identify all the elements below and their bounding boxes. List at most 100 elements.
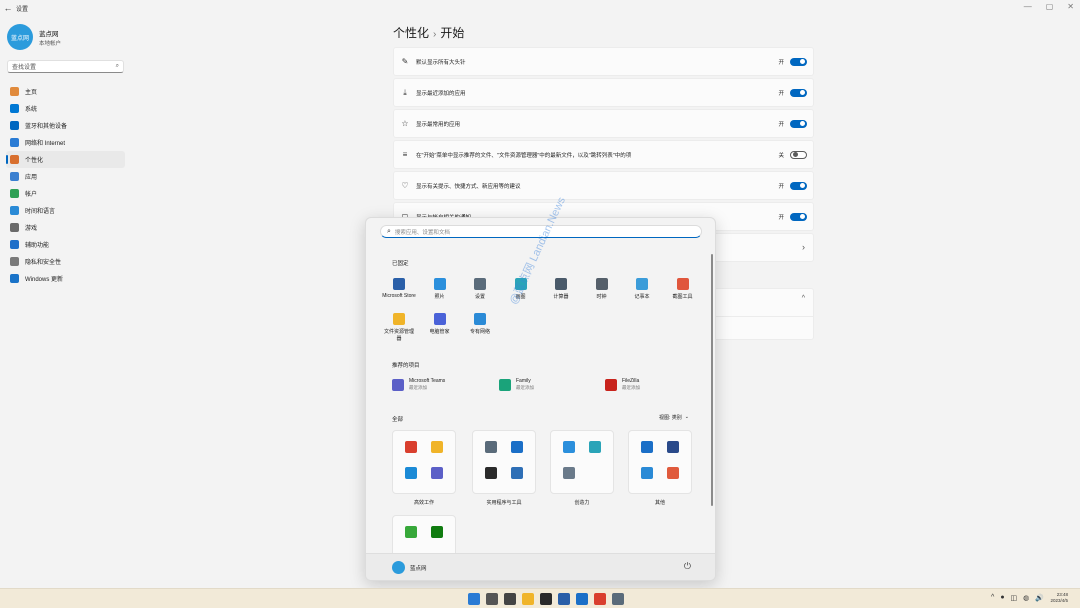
view-selector[interactable]: 视图: 类别 ⌄: [659, 414, 689, 421]
setting-label: 默认显示所有大头针: [416, 59, 466, 66]
folder-app-icon: [405, 526, 417, 538]
clock-date: 2023/4/5: [1050, 598, 1068, 603]
settings-search-input[interactable]: 查找设置 ⌕: [7, 60, 124, 73]
tray-icon[interactable]: ◫: [1011, 594, 1018, 602]
task-view-icon[interactable]: [504, 593, 516, 605]
app-folder[interactable]: [472, 430, 536, 494]
sidebar-item-2[interactable]: 蓝牙和其他设备: [6, 117, 125, 134]
search-icon: ⌕: [115, 63, 119, 69]
sidebar-item-11[interactable]: Windows 更新: [6, 270, 125, 287]
sidebar-item-9[interactable]: 辅助功能: [6, 236, 125, 253]
app-label: Microsoft Store: [382, 293, 416, 299]
bluetooth-icon: [10, 121, 19, 130]
pinned-app[interactable]: Microsoft Store: [382, 278, 416, 299]
toggle-switch[interactable]: [790, 119, 807, 128]
recommended-text: FileZilla 最近添加: [622, 378, 640, 391]
recommended-item[interactable]: Microsoft Teams 最近添加: [392, 378, 445, 391]
minimize-button[interactable]: —: [1024, 2, 1032, 11]
sidebar-item-0[interactable]: 主页: [6, 83, 125, 100]
sidebar-item-label: 帐户: [25, 192, 38, 198]
sidebar-nav: 主页 系统蓝牙和其他设备网络和 Internet 个性化应用帐户时间和语言 游戏 辅助功…: [6, 83, 125, 287]
pinned-app[interactable]: 专有网络: [463, 313, 497, 335]
pinned-app[interactable]: 设置: [463, 278, 497, 300]
toggle-state-label: 关: [778, 152, 784, 159]
sidebar-item-1[interactable]: 系统: [6, 100, 125, 117]
folder-app-icon: [563, 441, 575, 453]
sidebar-item-6[interactable]: 帐户: [6, 185, 125, 202]
toggle-state-label: 开: [778, 90, 784, 97]
toggle-switch[interactable]: [790, 57, 807, 66]
pinned-app[interactable]: 照片: [423, 278, 457, 300]
pinned-app[interactable]: 截图工具: [666, 278, 700, 300]
breadcrumb-separator-icon: ›: [433, 29, 437, 40]
app-icon: [393, 278, 405, 290]
maximize-button[interactable]: ▢: [1046, 2, 1054, 11]
folder-label: 高效工作: [413, 500, 434, 506]
folder-app-icon: [405, 441, 417, 453]
chrome-icon[interactable]: [594, 593, 606, 605]
app-label: 文件资源管理器: [383, 329, 414, 342]
app-icon: [392, 378, 404, 391]
close-button[interactable]: ✕: [1067, 2, 1074, 11]
app-folder[interactable]: [392, 430, 456, 494]
pinned-app[interactable]: 电脑管家: [423, 313, 457, 335]
apps-icon: [10, 172, 19, 181]
folder-app-icon: [431, 441, 443, 453]
search-icon[interactable]: [486, 593, 498, 605]
app-folder[interactable]: [628, 430, 692, 494]
toggle-switch[interactable]: [790, 88, 807, 97]
breadcrumb-parent[interactable]: 个性化: [393, 26, 429, 40]
user-profile[interactable]: 蓝点网 蓝点网 本地帐户: [7, 24, 61, 50]
terminal-icon[interactable]: [540, 593, 552, 605]
tray-icon[interactable]: 🔊: [1035, 594, 1044, 602]
sidebar-item-5[interactable]: 应用: [6, 168, 125, 185]
power-icon[interactable]: ⏻: [684, 561, 691, 572]
person-icon: [10, 189, 19, 198]
sidebar-item-7[interactable]: 时间和语言: [6, 202, 125, 219]
pinned-app[interactable]: 计算器: [544, 278, 578, 300]
folder-app-icon: [511, 441, 523, 453]
sidebar-item-10[interactable]: 隐私和安全性: [6, 253, 125, 270]
app-label: 截图工具: [672, 294, 693, 300]
folder-app-icon: [485, 441, 497, 453]
toggle-state-label: 开: [778, 121, 784, 128]
app-label: 照片: [434, 294, 445, 300]
sidebar-item-label: 蓝牙和其他设备: [25, 124, 68, 130]
pinned-app[interactable]: 记事本: [625, 278, 659, 300]
chevron-right-icon: ›: [802, 242, 805, 252]
remote-desktop-icon[interactable]: [576, 593, 588, 605]
settings-icon[interactable]: [612, 593, 624, 605]
folder-app-icon: [431, 526, 443, 538]
app-folder[interactable]: [550, 430, 614, 494]
toggle-switch[interactable]: [790, 212, 807, 221]
store-icon[interactable]: [558, 593, 570, 605]
monitor-icon: [10, 104, 19, 113]
sidebar-item-8[interactable]: 游戏: [6, 219, 125, 236]
recommended-item[interactable]: FileZilla 最近添加: [605, 378, 640, 391]
app-icon: [499, 378, 511, 391]
folder-app-icon: [589, 441, 601, 453]
windows-start-icon[interactable]: [468, 593, 480, 605]
setting-row: ♡ 显示有关提示、快捷方式、新应用等的建议 开: [393, 171, 814, 200]
user-avatar[interactable]: [392, 561, 405, 574]
toggle-state-label: 开: [778, 59, 784, 66]
tray-icon[interactable]: ◍: [1023, 594, 1029, 602]
tray-icon[interactable]: ^: [991, 594, 994, 602]
tray-icon[interactable]: ●: [1000, 594, 1004, 602]
toggle-switch[interactable]: [790, 181, 807, 190]
file-explorer-icon[interactable]: [522, 593, 534, 605]
sidebar-item-label: 应用: [25, 175, 38, 181]
back-arrow-icon[interactable]: ←: [0, 3, 16, 13]
pinned-app[interactable]: 文件资源管理器: [382, 313, 416, 342]
toggle-switch[interactable]: [790, 150, 807, 159]
start-menu-scrollbar[interactable]: [711, 254, 713, 506]
user-name[interactable]: 蓝点网: [410, 564, 427, 572]
chevron-up-icon[interactable]: ^: [802, 295, 805, 302]
recommended-item[interactable]: Family 最近添加: [499, 378, 534, 391]
pinned-app[interactable]: 时钟: [585, 278, 619, 300]
clock[interactable]: 23:48 2023/4/5: [1050, 592, 1068, 604]
breadcrumb: 个性化 › 开始: [393, 24, 464, 41]
sidebar-item-4[interactable]: 个性化: [6, 151, 125, 168]
sidebar-item-3[interactable]: 网络和 Internet: [6, 134, 125, 151]
globe-clock-icon: [10, 206, 19, 215]
